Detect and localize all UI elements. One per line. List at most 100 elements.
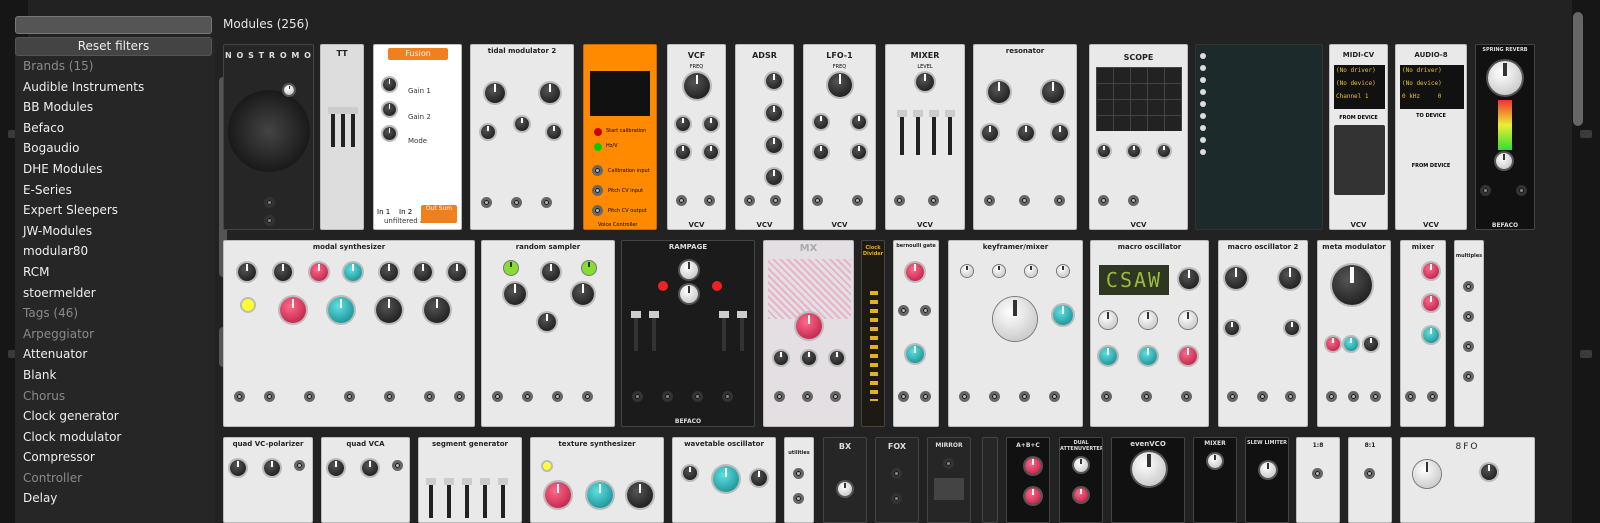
knob[interactable] — [280, 297, 306, 323]
knob[interactable] — [1053, 305, 1073, 325]
jack[interactable] — [894, 195, 905, 206]
knob[interactable] — [1326, 337, 1340, 351]
fader[interactable] — [444, 478, 454, 518]
fader[interactable] — [897, 110, 907, 155]
jack[interactable] — [1480, 185, 1491, 196]
knob[interactable] — [383, 127, 396, 140]
knob[interactable] — [1423, 295, 1439, 311]
knob[interactable] — [545, 482, 571, 508]
jack[interactable] — [511, 197, 522, 208]
knob[interactable] — [676, 145, 690, 159]
knob[interactable] — [1423, 263, 1439, 279]
fader[interactable] — [338, 107, 348, 147]
knob[interactable] — [1074, 488, 1088, 502]
knob[interactable] — [1025, 265, 1037, 277]
jack[interactable] — [481, 197, 492, 208]
knob[interactable] — [1074, 458, 1088, 472]
knob[interactable] — [1179, 347, 1197, 365]
jack[interactable] — [793, 468, 804, 479]
knob[interactable] — [1481, 464, 1497, 480]
knob[interactable] — [766, 105, 782, 121]
jack[interactable] — [1312, 468, 1323, 479]
fader[interactable] — [328, 107, 338, 147]
knob[interactable] — [538, 313, 556, 331]
fader[interactable] — [929, 110, 939, 155]
fader[interactable] — [631, 311, 641, 351]
jack[interactable] — [1326, 391, 1337, 402]
knob[interactable] — [774, 351, 788, 365]
knob[interactable] — [572, 283, 594, 305]
knob[interactable] — [380, 263, 398, 281]
knob[interactable] — [1208, 454, 1222, 468]
knob[interactable] — [383, 103, 396, 116]
module-utilities[interactable]: utilities — [784, 437, 814, 523]
module-macro-oscillator[interactable]: macro oscillator CSAW — [1090, 240, 1209, 427]
knob[interactable] — [828, 73, 852, 97]
fader[interactable] — [480, 478, 490, 518]
jack[interactable] — [592, 205, 603, 216]
knob[interactable] — [376, 297, 402, 323]
knob[interactable] — [1139, 311, 1157, 329]
knob[interactable] — [515, 117, 529, 131]
module-mixer[interactable]: MIXER LEVEL VCV — [885, 44, 965, 230]
brand-item[interactable]: E-Series — [15, 180, 215, 201]
module-resonator[interactable]: resonator — [973, 44, 1077, 230]
jack[interactable] — [1019, 391, 1030, 402]
jack[interactable] — [632, 391, 643, 402]
jack[interactable] — [234, 391, 245, 402]
jack[interactable] — [812, 195, 823, 206]
module-fox[interactable]: FOX — [875, 437, 919, 523]
knob[interactable] — [383, 78, 396, 91]
jack[interactable] — [1098, 195, 1109, 206]
knob[interactable] — [1285, 321, 1299, 335]
tag-item[interactable]: Chorus — [15, 386, 215, 407]
jack[interactable] — [662, 391, 673, 402]
jack[interactable] — [264, 197, 275, 208]
tag-item[interactable]: Clock generator — [15, 406, 215, 427]
module-meta-modulator[interactable]: meta modulator — [1317, 240, 1391, 427]
jack[interactable] — [454, 391, 465, 402]
jack[interactable] — [704, 195, 715, 206]
jack[interactable] — [1463, 311, 1474, 322]
frame-knob[interactable] — [993, 297, 1037, 341]
knob[interactable] — [713, 466, 739, 492]
knob[interactable] — [1057, 265, 1069, 277]
module-rampage[interactable]: RAMPAGE BEFACO — [621, 240, 755, 427]
jack[interactable] — [264, 391, 275, 402]
knob[interactable] — [751, 470, 767, 486]
knob[interactable] — [993, 265, 1005, 277]
knob[interactable] — [328, 297, 354, 323]
jack[interactable] — [1405, 391, 1416, 402]
brand-item[interactable]: Befaco — [15, 118, 215, 139]
play-button[interactable] — [240, 297, 256, 313]
jack[interactable] — [898, 391, 909, 402]
knob[interactable] — [766, 137, 782, 153]
knob[interactable] — [852, 115, 866, 129]
module-ratio-8-1[interactable]: 8:1 — [1348, 437, 1392, 523]
knob[interactable] — [1042, 81, 1064, 103]
jack[interactable] — [592, 165, 603, 176]
jack[interactable] — [891, 493, 902, 504]
knob[interactable] — [1158, 145, 1170, 157]
module-random-sampler[interactable]: random sampler — [481, 240, 615, 427]
brand-item[interactable]: modular80 — [15, 241, 215, 262]
module-keyframer-mixer[interactable]: keyframer/mixer — [948, 240, 1083, 427]
brand-item[interactable]: Audible Instruments — [15, 77, 215, 98]
reset-filters-button[interactable]: Reset filters — [15, 37, 212, 56]
knob[interactable] — [504, 261, 518, 275]
module-adsr[interactable]: ADSR VCV — [735, 44, 794, 230]
knob[interactable] — [684, 73, 710, 99]
knob[interactable] — [1413, 460, 1441, 488]
knob[interactable] — [362, 460, 378, 476]
knob[interactable] — [906, 263, 924, 281]
knob[interactable] — [1364, 337, 1378, 351]
module-mixer-2[interactable]: mixer — [1400, 240, 1446, 427]
knob[interactable] — [1099, 311, 1117, 329]
knob[interactable] — [1423, 327, 1439, 343]
brand-item[interactable]: Expert Sleepers — [15, 200, 215, 221]
knob[interactable] — [485, 83, 505, 103]
knob[interactable] — [1139, 347, 1157, 365]
jack[interactable] — [984, 195, 995, 206]
knob[interactable] — [1128, 145, 1140, 157]
tag-item[interactable]: Compressor — [15, 447, 215, 468]
